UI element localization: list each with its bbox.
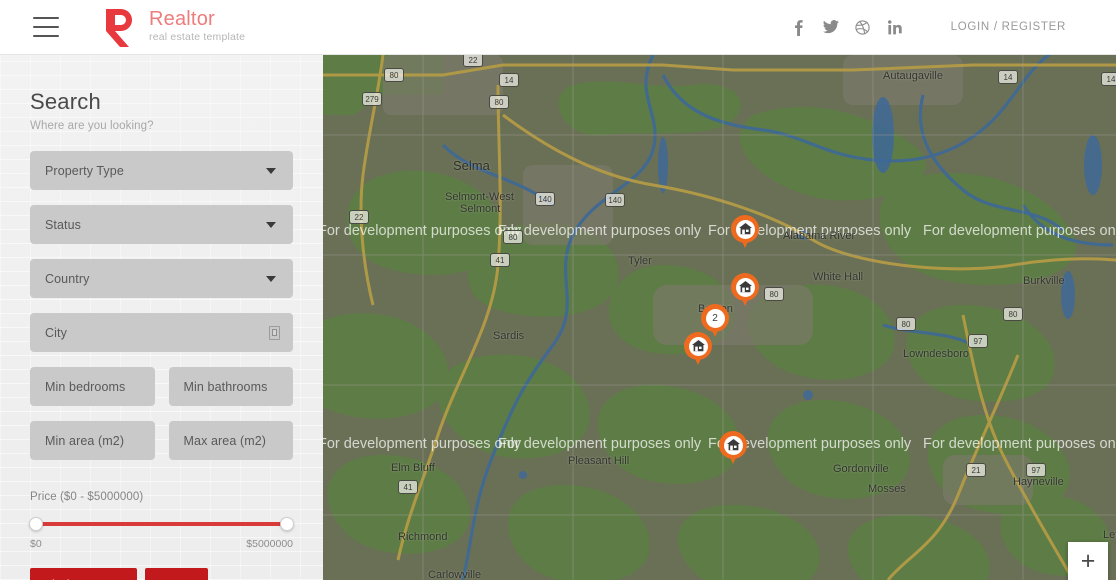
chevron-down-icon [266,167,276,174]
city-input[interactable]: City [30,313,293,352]
search-fields: Property Type Status Country City Min be… [0,151,323,475]
house-icon [735,277,755,297]
twitter-icon[interactable] [822,18,839,36]
house-icon [735,219,755,239]
min-area-placeholder: Min area (m2) [45,433,125,448]
price-filter: Price ($0 - $5000000) $0 $5000000 [0,491,323,550]
slider-handle-max[interactable] [280,517,294,531]
dribbble-icon[interactable] [855,18,871,36]
min-bathrooms-input[interactable]: Min bathrooms [168,367,293,406]
cluster-count: 2 [705,308,725,328]
house-icon [688,336,708,356]
min-bedrooms-input[interactable]: Min bedrooms [30,367,155,406]
country-label: Country [45,271,90,286]
price-min-value: $0 [30,538,42,550]
search-subtitle: Where are you looking? [30,120,154,132]
chevron-down-icon [266,275,276,282]
max-area-input[interactable]: Max area (m2) [168,421,293,460]
house-icon [723,435,743,455]
find-property-button[interactable]: Find Property [30,568,138,580]
marker-pin [731,215,759,243]
site-header: Realtor real estate template LOGIN / REG… [0,0,1116,55]
marker-pin [731,273,759,301]
status-label: Status [45,217,82,232]
letter-r-icon [103,6,141,48]
property-type-select[interactable]: Property Type [30,151,293,190]
reset-button[interactable]: Reset [145,568,208,580]
area-row: Min area (m2) Max area (m2) [30,421,293,475]
linkedin-icon[interactable] [887,18,903,36]
property-type-label: Property Type [45,163,124,178]
header-right: LOGIN / REGISTER [791,18,1096,36]
slider-track [30,522,293,526]
realtor-map-search-page: Realtor real estate template LOGIN / REG… [0,0,1116,580]
zoom-in-button[interactable]: + [1068,542,1108,580]
social-links [791,18,903,36]
property-marker[interactable] [719,431,747,465]
status-select[interactable]: Status [30,205,293,244]
search-sidebar: Search Where are you looking? Property T… [0,55,323,580]
property-marker[interactable] [731,215,759,249]
price-label: Price ($0 - $5000000) [30,491,144,503]
min-bedrooms-placeholder: Min bedrooms [45,379,126,394]
site-logo[interactable]: Realtor real estate template [103,6,245,48]
slider-handle-min[interactable] [29,517,43,531]
marker-pin [719,431,747,459]
page-title: Search [30,89,101,114]
slider-values: $0 $5000000 [30,538,293,550]
country-select[interactable]: Country [30,259,293,298]
property-marker[interactable] [731,273,759,307]
login-register-link[interactable]: LOGIN / REGISTER [951,21,1066,33]
chevron-down-icon [266,221,276,228]
facebook-icon[interactable] [791,18,807,36]
marker-pin: 2 [701,304,729,332]
logo-subtitle: real estate template [149,31,246,44]
min-area-input[interactable]: Min area (m2) [30,421,155,460]
hamburger-icon[interactable] [33,17,59,37]
price-max-value: $5000000 [246,538,293,550]
price-range-slider[interactable] [29,517,294,531]
search-actions: Find Property Reset [0,568,323,580]
broken-image-icon [269,325,280,340]
min-bathrooms-placeholder: Min bathrooms [183,379,268,394]
max-area-placeholder: Max area (m2) [183,433,267,448]
logo-title: Realtor [149,8,215,31]
rooms-row: Min bedrooms Min bathrooms [30,367,293,421]
city-placeholder: City [45,325,67,340]
property-marker[interactable] [684,332,712,366]
marker-pin [684,332,712,360]
property-map[interactable]: For development purposes only For develop… [323,55,1116,580]
